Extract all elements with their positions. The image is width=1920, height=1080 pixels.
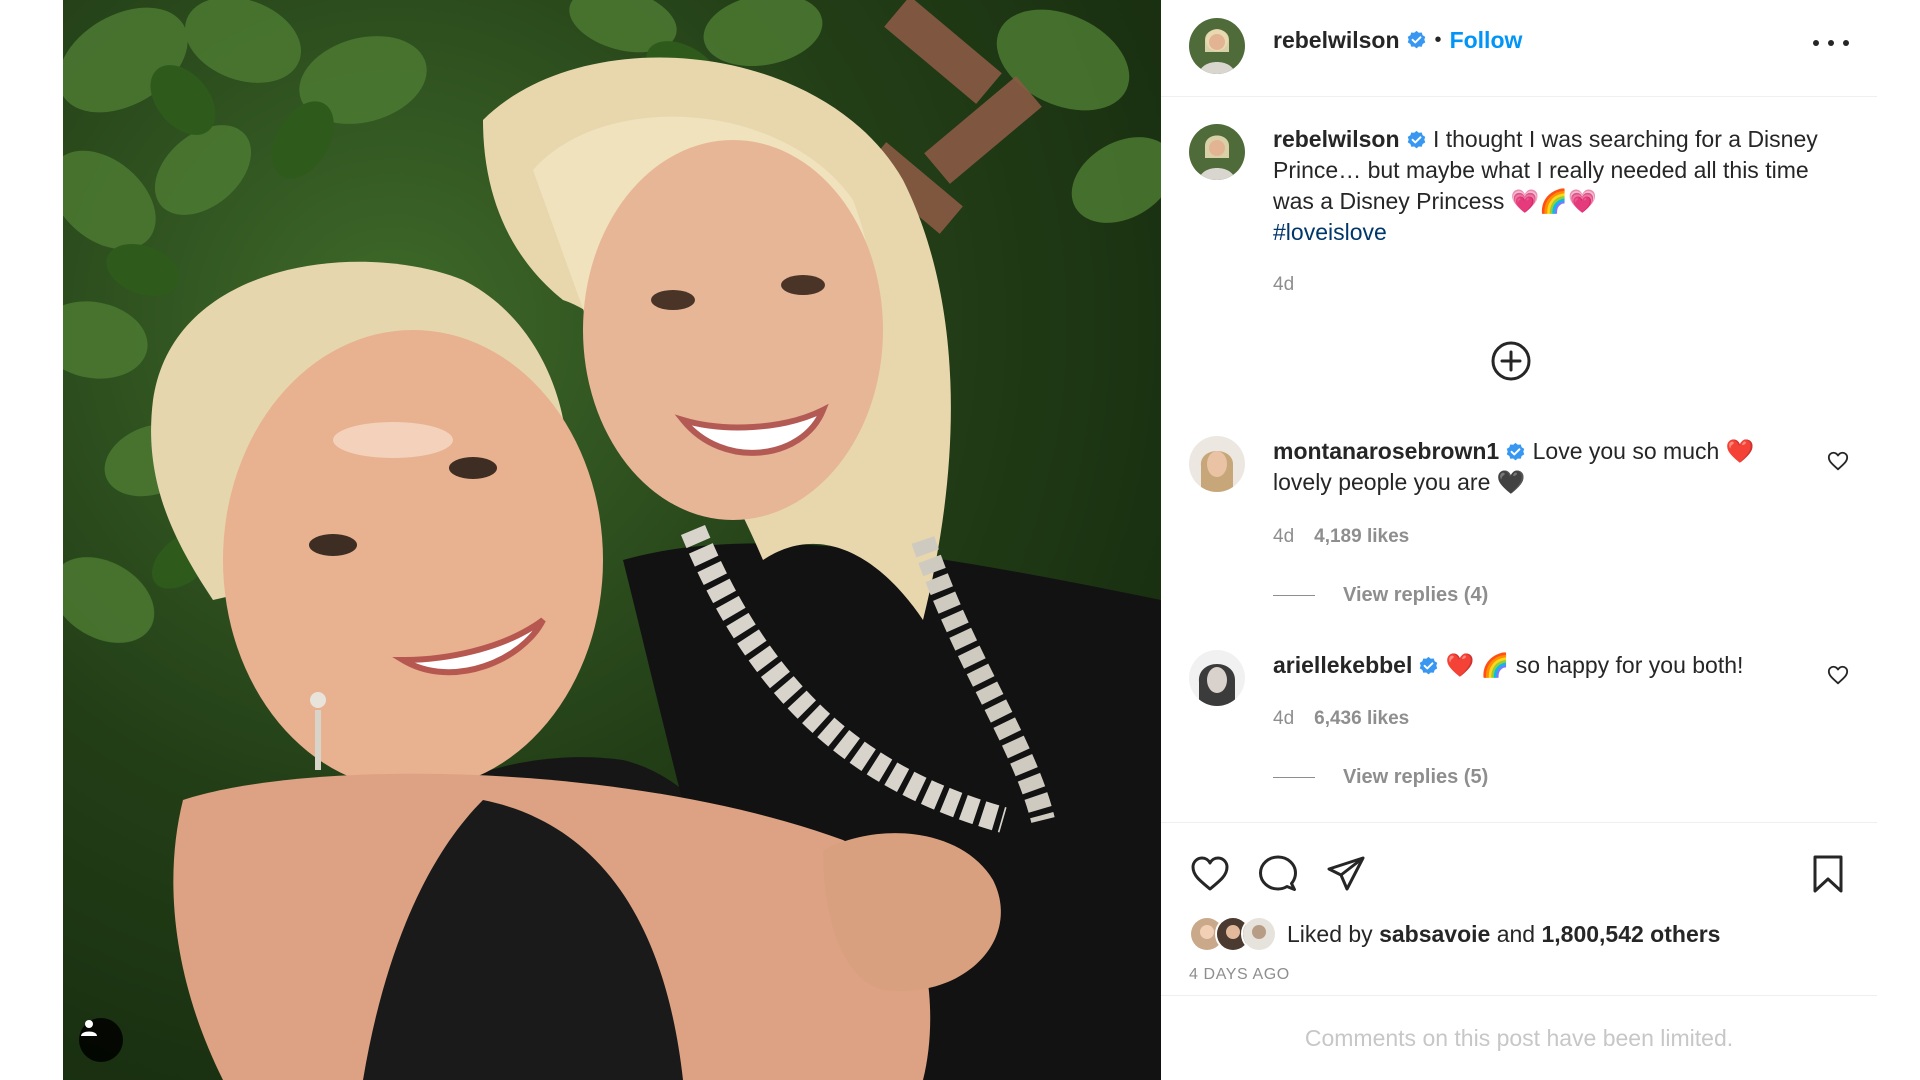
comment-item: ariellekebbel ❤️ 🌈 so happy for you both… [1189,650,1849,800]
comment-text-block: ariellekebbel ❤️ 🌈 so happy for you both… [1273,650,1793,681]
author-info: rebelwilson • Follow [1273,27,1522,54]
comment-text-block: montanarosebrown1 Love you so much ❤️ lo… [1273,436,1793,498]
plus-circle-icon [1491,341,1531,381]
instagram-post-page: rebelwilson • Follow rebelwilson I thoug… [0,0,1920,1080]
post-date: 4 DAYS AGO [1189,966,1290,983]
comment-item: montanarosebrown1 Love you so much ❤️ lo… [1189,436,1849,626]
comment-username[interactable]: ariellekebbel [1273,652,1412,678]
comment-meta: 4d 6,436 likes [1273,708,1409,730]
author-username[interactable]: rebelwilson [1273,27,1400,54]
photo-illustration [63,0,1161,1080]
user-tag-icon [81,1020,97,1036]
comment-author-avatar[interactable] [1189,436,1245,492]
comment-body: ❤️ 🌈 so happy for you both! [1445,652,1744,678]
user-tag-button[interactable] [79,1018,123,1062]
liker-avatar[interactable] [1241,916,1277,952]
likes-others-count[interactable]: 1,800,542 others [1541,921,1720,948]
verified-badge-icon [1506,443,1525,461]
liker-avatars [1189,916,1277,952]
bookmark-icon[interactable] [1807,853,1849,895]
comment-time: 4d [1273,708,1295,729]
share-icon[interactable] [1325,853,1367,895]
first-liker-username[interactable]: sabsavoie [1379,921,1490,948]
view-replies-button[interactable]: View replies (4) [1273,584,1488,607]
verified-badge-icon [1420,657,1438,675]
comment-likes-count[interactable]: 4,189 likes [1314,526,1409,548]
comment-username[interactable]: montanarosebrown1 [1273,438,1499,464]
caption-text-block: rebelwilson I thought I was searching fo… [1273,124,1833,248]
header-separator: • [1434,29,1442,51]
replies-divider-line [1273,777,1315,778]
replies-divider-line [1273,595,1315,596]
follow-button[interactable]: Follow [1450,27,1523,54]
heart-icon[interactable] [1189,853,1231,895]
caption-author-avatar[interactable] [1189,124,1245,180]
comment-meta: 4d 4,189 likes [1273,526,1409,548]
likes-and: and [1496,920,1536,947]
more-options-icon[interactable] [1813,33,1849,53]
caption-username[interactable]: rebelwilson [1273,126,1400,152]
comment-icon[interactable] [1257,853,1299,895]
comment-heart-icon[interactable] [1827,450,1849,472]
likes-summary: Liked by sabsavoie and 1,800,542 others [1189,916,1720,952]
comment-time: 4d [1273,526,1295,547]
post-details-panel: rebelwilson • Follow rebelwilson I thoug… [1161,0,1877,1080]
caption-timestamp: 4d [1273,274,1295,295]
view-replies-label: View replies (4) [1343,584,1489,606]
post-photo[interactable] [63,0,1161,1080]
comments-limited-notice: Comments on this post have been limited. [1161,995,1877,1080]
view-replies-label: View replies (5) [1343,766,1489,788]
verified-badge-icon [1407,30,1425,49]
likes-prefix: Liked by [1287,920,1373,947]
comment-likes-count[interactable]: 6,436 likes [1314,708,1409,730]
author-avatar[interactable] [1189,18,1245,74]
post-actions-bar [1161,822,1877,893]
comment-heart-icon[interactable] [1827,664,1849,686]
caption-hashtag[interactable]: #loveislove [1273,219,1387,245]
load-more-comments-button[interactable] [1490,340,1532,382]
view-replies-button[interactable]: View replies (5) [1273,766,1488,789]
verified-badge-icon [1407,131,1425,149]
post-header: rebelwilson • Follow [1161,0,1877,97]
comment-author-avatar[interactable] [1189,650,1245,706]
